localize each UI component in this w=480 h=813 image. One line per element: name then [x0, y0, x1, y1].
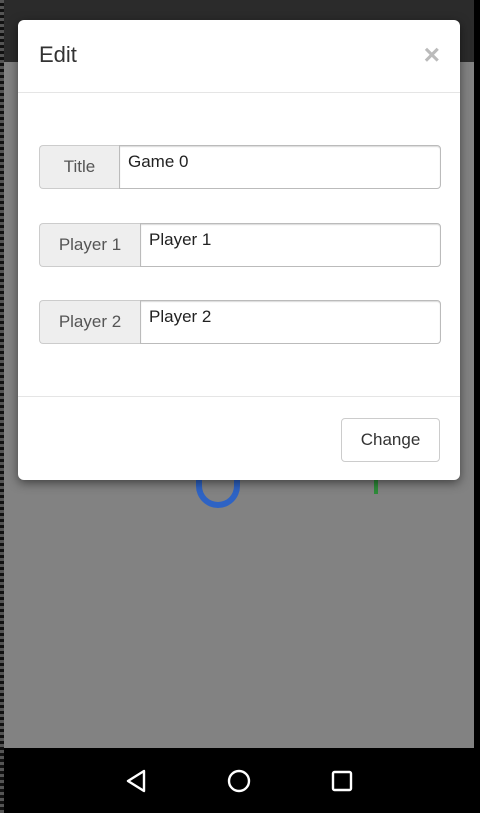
android-nav-bar: [4, 748, 474, 813]
title-input[interactable]: [119, 145, 441, 189]
home-icon[interactable]: [224, 766, 254, 796]
player1-input-group: Player 1: [39, 223, 441, 267]
dialog-header: Edit ×: [18, 20, 460, 93]
close-icon[interactable]: ×: [424, 40, 440, 70]
change-button[interactable]: Change: [341, 418, 440, 462]
player1-input[interactable]: [140, 223, 441, 267]
player2-input[interactable]: [140, 300, 441, 344]
emulator-frame-right: [474, 0, 480, 813]
dialog-body: Title Player 1 Player 2: [18, 93, 460, 397]
title-input-group: Title: [39, 145, 441, 189]
dialog-title: Edit: [39, 42, 77, 67]
player2-input-group: Player 2: [39, 300, 441, 344]
player2-label: Player 2: [39, 300, 140, 344]
edit-dialog: Edit × Title Player 1 Player 2 Change: [18, 20, 460, 480]
recents-icon[interactable]: [327, 766, 357, 796]
dialog-footer: Change: [18, 397, 460, 479]
player1-label: Player 1: [39, 223, 140, 267]
title-label: Title: [39, 145, 119, 189]
back-icon[interactable]: [121, 766, 151, 796]
right-score-digit: [374, 478, 378, 494]
device-screen: Edit × Title Player 1 Player 2 Change: [0, 0, 480, 813]
